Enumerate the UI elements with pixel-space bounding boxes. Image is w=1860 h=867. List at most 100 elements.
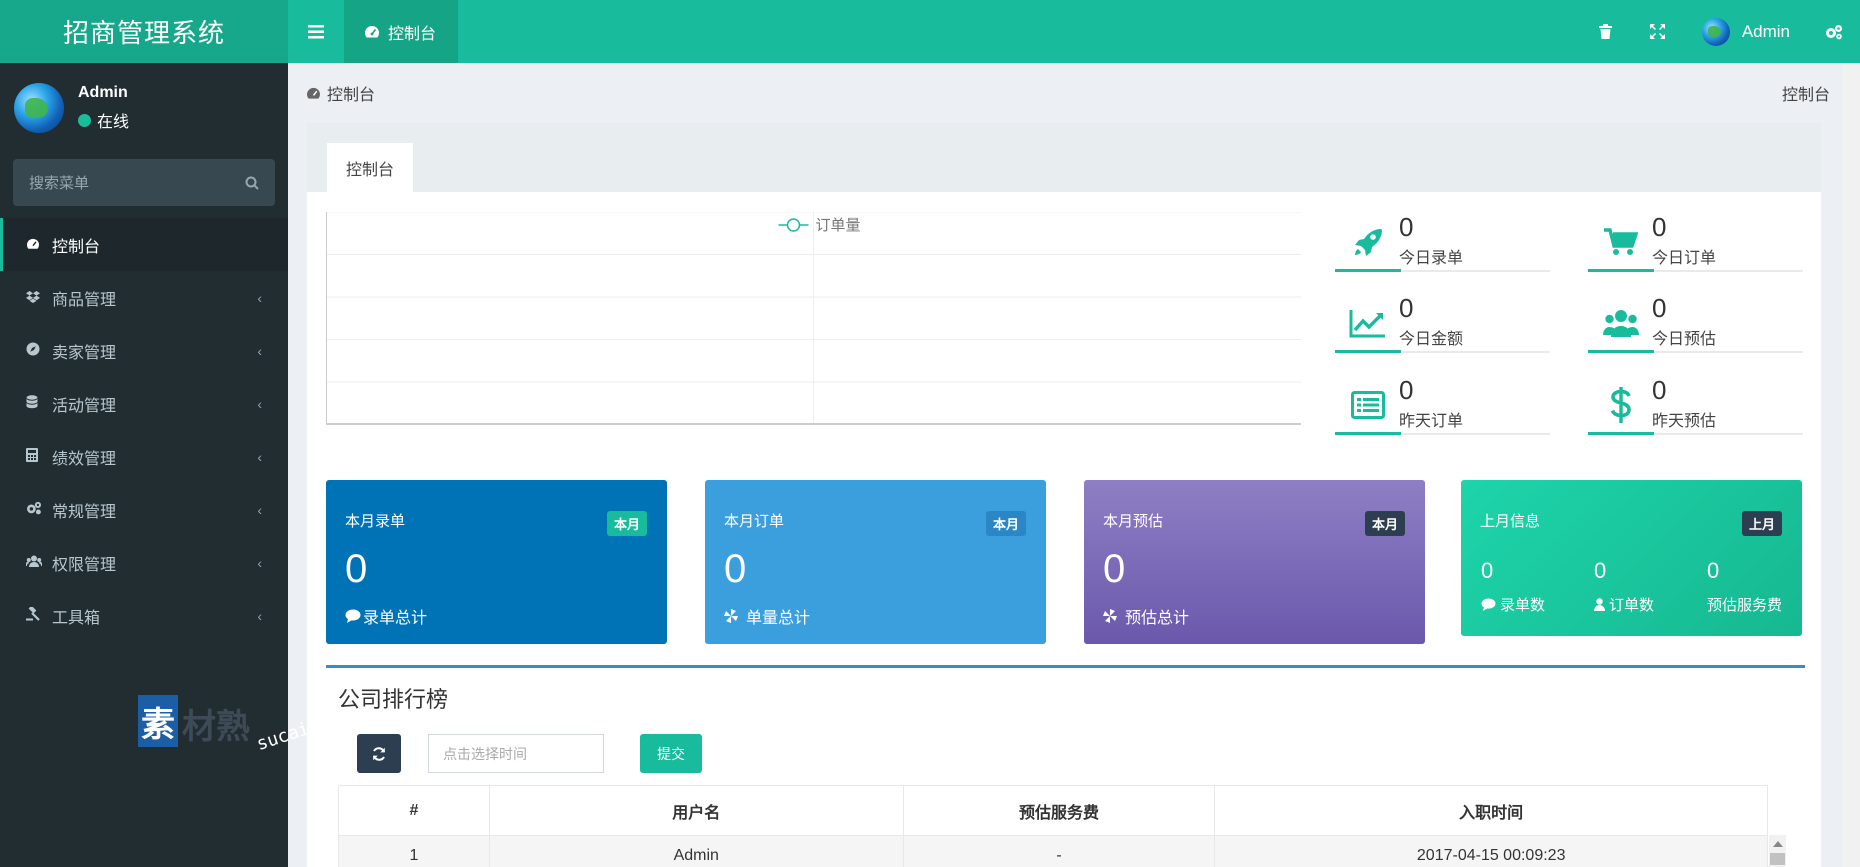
dropbox-icon — [26, 290, 52, 306]
gears-icon — [26, 501, 52, 518]
table-scrollbar[interactable] — [1769, 835, 1786, 867]
sidebar-item-sellers[interactable]: 卖家管理 ‹ — [0, 324, 288, 377]
app-logo[interactable]: 招商管理系统 — [0, 0, 288, 63]
card-subtitle: 单量总计 — [724, 604, 810, 628]
column-header[interactable]: # — [338, 785, 490, 836]
line-chart-icon — [1335, 293, 1401, 353]
database-icon — [26, 395, 52, 412]
stat-underline — [1335, 432, 1401, 435]
mini-label-text: 订单数 — [1609, 597, 1655, 614]
sidebar-item-label: 权限管理 — [52, 556, 117, 574]
card-month-entries: 本月录单 本月 0 录单总计 — [326, 480, 667, 644]
card-value: 0 — [724, 547, 747, 591]
card-title: 本月预估 — [1103, 513, 1164, 530]
chevron-left-icon: ‹ — [257, 554, 262, 571]
mini-label-text: 录单数 — [1500, 597, 1546, 614]
card-badge: 本月 — [985, 511, 1026, 536]
sidebar-item-label: 绩效管理 — [52, 450, 117, 468]
dashboard-icon — [26, 237, 52, 253]
chevron-left-icon: ‹ — [257, 448, 262, 465]
table-header-row: # 用户名 预估服务费 入职时间 — [338, 785, 1768, 836]
stat-value: 0 — [1652, 375, 1667, 405]
stat-today-amount: 0 今日金额 — [1335, 293, 1550, 353]
sidebar-toggle-button[interactable] — [288, 0, 344, 63]
pinwheel-icon — [724, 609, 738, 623]
mini-label: 预估服务费 — [1707, 594, 1782, 615]
table-cell: - — [902, 835, 1216, 867]
date-picker-input[interactable] — [428, 734, 604, 773]
stat-label: 今日预估 — [1652, 331, 1717, 348]
stat-label: 昨天订单 — [1399, 413, 1464, 430]
sidebar-user-status: 在线 — [78, 108, 129, 132]
table-cell: Admin — [488, 835, 904, 867]
table-row[interactable]: 1 Admin - 2017-04-15 00:09:23 — [338, 835, 1768, 867]
submit-button[interactable]: 提交 — [640, 734, 702, 773]
sidebar-item-performance[interactable]: 绩效管理 ‹ — [0, 430, 288, 483]
stat-yesterday-orders: 0 昨天订单 — [1335, 375, 1550, 435]
expand-icon — [1650, 24, 1666, 39]
tab-dashboard[interactable]: 控制台 — [344, 0, 459, 63]
refresh-button[interactable] — [357, 734, 401, 773]
dashboard-icon — [307, 87, 320, 99]
company-ranking-box: 公司排行榜 提交 # 用户名 预估服务费 入职时间 1 Admin - 2017… — [326, 665, 1805, 867]
page-title-label: 控制台 — [327, 87, 376, 104]
clear-cache-button[interactable] — [1580, 0, 1632, 63]
card-badge: 上月 — [1741, 511, 1782, 536]
sidebar-item-label: 活动管理 — [52, 397, 117, 415]
card-title: 本月录单 — [345, 513, 406, 530]
sidebar-item-label: 控制台 — [52, 238, 101, 256]
panel-tab-label: 控制台 — [345, 161, 394, 179]
card-subtitle-label: 预估总计 — [1125, 610, 1190, 627]
card-badge: 本月 — [606, 511, 647, 536]
sidebar-item-activities[interactable]: 活动管理 ‹ — [0, 377, 288, 430]
sidebar-item-dashboard[interactable]: 控制台 — [0, 218, 288, 271]
card-subtitle: 录单总计 — [345, 604, 427, 628]
page-scrollbar[interactable] — [1843, 63, 1860, 867]
sidebar-menu: 控制台 商品管理 ‹ 卖家管理 ‹ 活动管理 ‹ 绩效管理 ‹ 常规管理 ‹ 权… — [0, 218, 288, 642]
last-month-orders: 0 订单数 — [1594, 558, 1654, 615]
sidebar-item-general[interactable]: 常规管理 ‹ — [0, 483, 288, 536]
column-header[interactable]: 用户名 — [488, 785, 904, 836]
stat-today-estimate: 0 今日预估 — [1588, 293, 1803, 353]
stat-value: 0 — [1399, 293, 1414, 323]
sidebar-item-permissions[interactable]: 权限管理 ‹ — [0, 536, 288, 589]
chevron-left-icon: ‹ — [257, 289, 262, 306]
dashboard-icon — [365, 25, 379, 37]
stat-underline — [1588, 269, 1654, 272]
search-icon[interactable] — [245, 176, 259, 190]
breadcrumb: 控制台 控制台 — [288, 63, 1860, 123]
mini-label: 订单数 — [1594, 594, 1654, 615]
card-value: 0 — [345, 547, 368, 591]
order-chart: 订单量 — [326, 212, 1301, 425]
settings-button[interactable] — [1808, 0, 1860, 63]
scroll-up-arrow-icon[interactable] — [1772, 841, 1783, 847]
rocket-icon — [1335, 212, 1401, 272]
stat-today-orders: 0 今日订单 — [1588, 212, 1803, 272]
users-icon — [1588, 293, 1654, 353]
card-month-orders: 本月订单 本月 0 单量总计 — [705, 480, 1046, 644]
calculator-icon — [26, 448, 52, 465]
column-header[interactable]: 入职时间 — [1214, 785, 1768, 836]
column-header[interactable]: 预估服务费 — [902, 785, 1216, 836]
dollar-icon — [1588, 375, 1654, 435]
sidebar-item-products[interactable]: 商品管理 ‹ — [0, 271, 288, 324]
scroll-thumb[interactable] — [1770, 853, 1785, 865]
panel-tab-dashboard[interactable]: 控制台 — [327, 143, 413, 192]
last-month-entries: 0 录单数 — [1481, 558, 1545, 615]
mini-label-text: 预估服务费 — [1707, 597, 1783, 614]
chart-legend-marker — [786, 218, 801, 232]
gears-icon — [1826, 24, 1842, 39]
app-title: 招商管理系统 — [62, 18, 225, 48]
stat-value: 0 — [1399, 212, 1414, 242]
sidebar-item-toolbox[interactable]: 工具箱 ‹ — [0, 589, 288, 642]
fullscreen-button[interactable] — [1632, 0, 1684, 63]
stat-value: 0 — [1652, 212, 1667, 242]
panel-header: 控制台 — [307, 123, 1821, 192]
comment-icon — [345, 609, 361, 623]
menu-icon — [308, 24, 324, 38]
sidebar-search-input[interactable]: 搜索菜单 — [13, 159, 275, 206]
breadcrumb-current[interactable]: 控制台 — [1782, 81, 1830, 105]
user-menu[interactable]: Admin — [1684, 17, 1808, 46]
sidebar-avatar — [14, 83, 64, 133]
chevron-left-icon: ‹ — [257, 342, 262, 359]
